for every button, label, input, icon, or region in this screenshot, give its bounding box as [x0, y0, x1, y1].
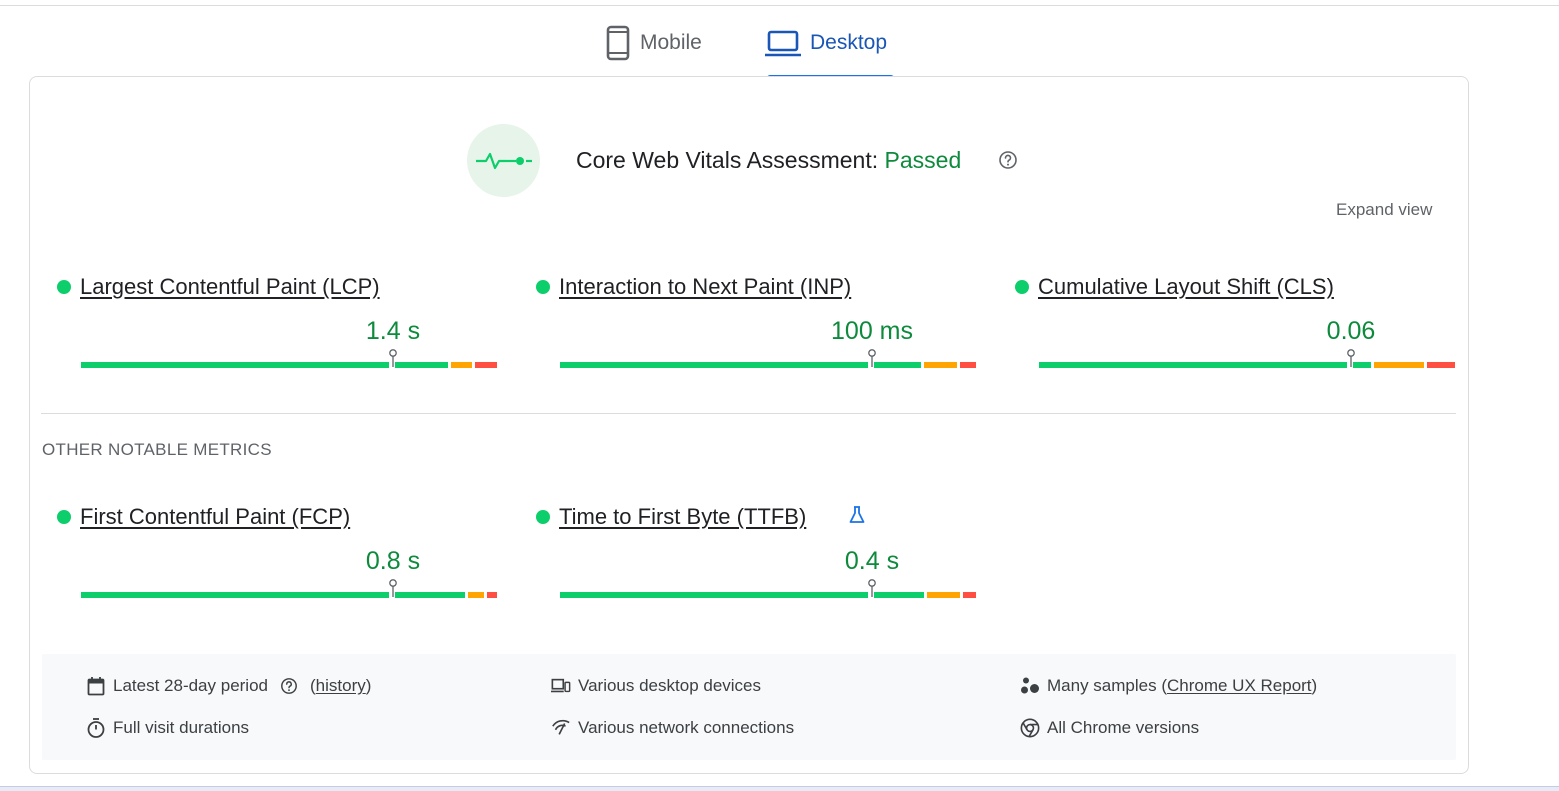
metric-inp-value: 100 ms	[831, 317, 913, 345]
metric-fcp: First Contentful Paint (FCP) 0.8 s	[57, 502, 497, 602]
bottom-edge	[0, 786, 1559, 791]
tab-desktop[interactable]: Desktop	[764, 24, 896, 80]
distribution-bar	[560, 362, 976, 368]
good-status-dot	[536, 280, 550, 294]
metric-lcp-name[interactable]: Largest Contentful Paint (LCP)	[80, 272, 380, 302]
data-source-panel	[42, 654, 1456, 760]
calendar-icon	[86, 675, 106, 697]
device-types: Various desktop devices	[551, 674, 761, 698]
distribution-bar	[81, 592, 497, 598]
other-metrics-heading: OTHER NOTABLE METRICS	[42, 440, 272, 459]
network-signal-icon	[551, 717, 571, 739]
help-icon[interactable]	[280, 677, 298, 695]
metric-ttfb: Time to First Byte (TTFB) 0.4 s	[536, 502, 976, 602]
metric-ttfb-value: 0.4 s	[844, 547, 900, 575]
stopwatch-icon	[86, 717, 106, 739]
distribution-bar	[81, 362, 497, 368]
history-link[interactable]: history	[316, 676, 366, 696]
assessment-status: Passed	[884, 147, 962, 173]
expand-view-link[interactable]: Expand view	[1336, 200, 1432, 220]
good-status-dot	[1015, 280, 1029, 294]
assessment-label: Core Web Vitals Assessment:	[576, 147, 879, 173]
metric-ttfb-name[interactable]: Time to First Byte (TTFB)	[559, 502, 806, 532]
metric-inp-name[interactable]: Interaction to Next Paint (INP)	[559, 272, 851, 302]
tab-mobile-label: Mobile	[640, 31, 702, 54]
chrome-versions-text: All Chrome versions	[1047, 718, 1200, 737]
tab-mobile[interactable]: Mobile	[604, 24, 722, 80]
help-icon[interactable]	[998, 150, 1018, 175]
devices-icon	[551, 675, 571, 697]
samples-dots-icon	[1020, 675, 1040, 697]
metric-lcp-value: 1.4 s	[365, 317, 421, 345]
samples-prefix: Many samples (	[1047, 676, 1167, 695]
visit-durations: Full visit durations	[86, 716, 249, 740]
samples-suffix: )	[1311, 676, 1318, 695]
chrome-icon	[1020, 717, 1040, 739]
sample-source: Many samples (Chrome UX Report)	[1020, 674, 1317, 698]
phone-icon	[604, 24, 632, 62]
network-connections-text: Various network connections	[578, 718, 795, 737]
chrome-ux-report-link[interactable]: Chrome UX Report	[1167, 676, 1312, 696]
metric-cls-value: 0.06	[1326, 317, 1376, 345]
distribution-bar	[1039, 362, 1455, 368]
metric-cls-name[interactable]: Cumulative Layout Shift (CLS)	[1038, 272, 1334, 302]
device-types-text: Various desktop devices	[578, 676, 762, 695]
metric-cls: Cumulative Layout Shift (CLS) 0.06	[1015, 272, 1455, 372]
metric-lcp: Largest Contentful Paint (LCP) 1.4 s	[57, 272, 497, 372]
section-divider	[41, 413, 1456, 414]
experimental-flask-icon[interactable]	[849, 505, 865, 525]
good-status-dot	[57, 510, 71, 524]
metric-fcp-value: 0.8 s	[365, 547, 421, 575]
chrome-versions: All Chrome versions	[1020, 716, 1199, 740]
collection-period-text: Latest 28-day period	[113, 676, 268, 695]
metric-inp: Interaction to Next Paint (INP) 100 ms	[536, 272, 976, 372]
metric-fcp-name[interactable]: First Contentful Paint (FCP)	[80, 502, 350, 532]
distribution-bar	[560, 592, 976, 598]
visit-durations-text: Full visit durations	[113, 718, 250, 737]
top-divider	[0, 5, 1559, 6]
good-status-dot	[57, 280, 71, 294]
tab-desktop-label: Desktop	[810, 31, 888, 54]
history-close-paren: )	[365, 676, 372, 695]
assessment-title: Core Web Vitals Assessment: Passed	[576, 146, 961, 174]
web-vitals-pulse-icon	[467, 124, 540, 197]
laptop-icon	[764, 24, 802, 62]
network-connections: Various network connections	[551, 716, 794, 740]
collection-period: Latest 28-day period (history)	[86, 674, 371, 698]
good-status-dot	[536, 510, 550, 524]
